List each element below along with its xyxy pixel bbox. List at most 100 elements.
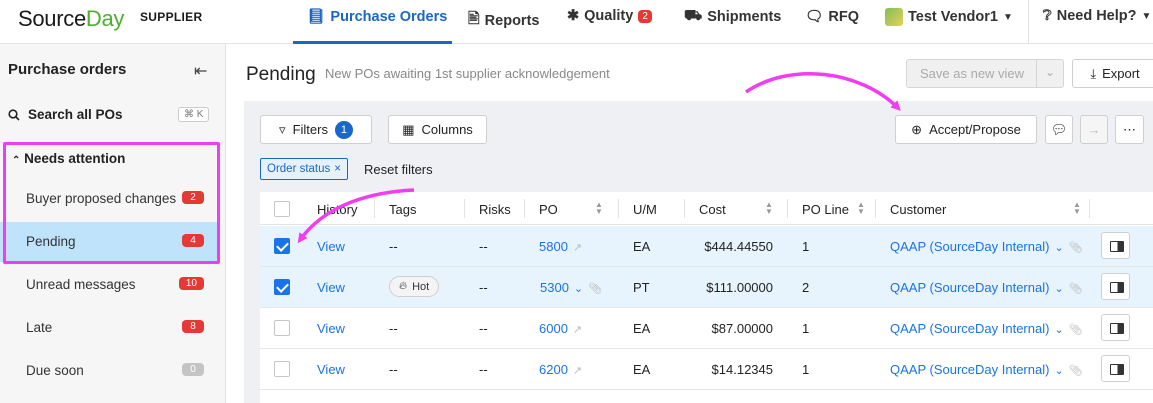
search-label: Search all POs bbox=[28, 107, 123, 122]
column-divider bbox=[524, 199, 525, 218]
columns-button[interactable]: ▦ Columns bbox=[388, 115, 487, 144]
history-view-link[interactable]: View bbox=[317, 321, 345, 336]
po-link[interactable]: 6000 bbox=[539, 321, 568, 336]
open-side-panel-button[interactable] bbox=[1101, 232, 1130, 259]
customer-link[interactable]: QAAP (SourceDay Internal) bbox=[890, 321, 1049, 336]
nav-purchase-orders[interactable]: 📘︎ Purchase Orders bbox=[307, 8, 447, 26]
order-status-filter-chip[interactable]: Order status × bbox=[260, 158, 348, 180]
chevron-down-icon[interactable]: ⌄ bbox=[1054, 242, 1063, 254]
external-link-icon[interactable]: ↗ bbox=[573, 324, 582, 336]
row-checkbox[interactable] bbox=[274, 279, 290, 295]
customer-link[interactable]: QAAP (SourceDay Internal) bbox=[890, 239, 1049, 254]
sidebar-item-unread-messages[interactable]: Unread messages 10 bbox=[0, 265, 218, 305]
customer-link[interactable]: QAAP (SourceDay Internal) bbox=[890, 280, 1049, 295]
divider bbox=[1036, 60, 1037, 87]
table-row[interactable]: View -- -- 6000 ↗ EA $87.00000 1 QAAP (So… bbox=[260, 308, 1153, 349]
chip-label: Order status bbox=[267, 163, 331, 175]
accept-propose-button[interactable]: ⊕ Accept/Propose bbox=[895, 115, 1037, 144]
column-header-po[interactable]: PO bbox=[539, 202, 558, 217]
chat-icon: 🗨︎ bbox=[805, 9, 824, 25]
um-cell: PT bbox=[633, 280, 650, 295]
open-side-panel-button[interactable] bbox=[1101, 314, 1130, 341]
history-view-link[interactable]: View bbox=[317, 280, 345, 295]
table-header: History Tags Risks PO ▲ ▼ U/M Cost ▲ ▼ PO … bbox=[260, 192, 1153, 225]
annotation-highlight-box bbox=[3, 142, 220, 264]
reset-filters-link[interactable]: Reset filters bbox=[364, 162, 433, 177]
po-line-cell: 1 bbox=[802, 239, 810, 254]
sort-icon[interactable]: ▲ ▼ bbox=[1073, 201, 1081, 216]
message-button[interactable]: 💬︎ bbox=[1045, 115, 1073, 144]
close-icon[interactable]: × bbox=[334, 163, 341, 175]
columns-label: Columns bbox=[421, 122, 473, 137]
risks-cell: -- bbox=[479, 362, 488, 377]
po-link[interactable]: 5800 bbox=[539, 239, 568, 254]
filters-button[interactable]: ▿ Filters 1 bbox=[260, 115, 372, 144]
chevron-down-icon[interactable]: ⌄ bbox=[574, 283, 583, 295]
chevron-down-icon[interactable]: ⌄ bbox=[1054, 283, 1063, 295]
row-checkbox[interactable] bbox=[274, 361, 290, 377]
nav-rfq[interactable]: 🗨︎ RFQ bbox=[805, 8, 860, 26]
po-line-cell: 2 bbox=[802, 280, 810, 295]
attachment-icon: 📎︎ bbox=[1068, 283, 1083, 295]
open-side-panel-button[interactable] bbox=[1101, 273, 1130, 300]
accept-propose-label: Accept/Propose bbox=[929, 122, 1021, 137]
save-view-label: Save as new view bbox=[920, 66, 1025, 81]
table-row[interactable]: View 🔥︎ Hot -- 5300 ⌄ 📎︎ PT $111.00000 2 Q… bbox=[260, 267, 1153, 308]
po-link[interactable]: 5300 bbox=[540, 280, 569, 295]
sort-icon[interactable]: ▲ ▼ bbox=[765, 201, 773, 216]
export-button[interactable]: ⤓ Export bbox=[1072, 59, 1153, 88]
select-all-checkbox[interactable] bbox=[274, 201, 290, 217]
nav-quality[interactable]: ✱ Quality 2 bbox=[567, 8, 652, 24]
nav-shipments[interactable]: ⛟ Shipments bbox=[684, 8, 781, 26]
chevron-down-icon: ▼ bbox=[1141, 10, 1152, 22]
hot-tag[interactable]: 🔥︎ Hot bbox=[389, 276, 440, 297]
column-header-history[interactable]: History bbox=[317, 202, 357, 217]
column-divider bbox=[787, 199, 788, 218]
sidebar-item-due-soon[interactable]: Due soon 0 bbox=[0, 351, 218, 391]
column-header-cost[interactable]: Cost bbox=[699, 202, 726, 217]
nav-label: RFQ bbox=[828, 8, 860, 25]
quality-badge: 2 bbox=[638, 9, 652, 23]
more-actions-button[interactable]: ⋯ bbox=[1115, 115, 1144, 144]
history-view-link[interactable]: View bbox=[317, 239, 345, 254]
chevron-down-icon[interactable]: ⌄ bbox=[1045, 65, 1055, 79]
cost-cell: $14.12345 bbox=[711, 362, 773, 377]
sort-icon[interactable]: ▲ ▼ bbox=[857, 201, 865, 216]
sort-icon[interactable]: ▲ ▼ bbox=[595, 201, 603, 216]
po-link[interactable]: 6200 bbox=[539, 362, 568, 377]
column-header-tags[interactable]: Tags bbox=[389, 202, 416, 217]
forward-button[interactable]: → bbox=[1080, 115, 1108, 144]
sidebar-item-label: Due soon bbox=[26, 363, 84, 378]
collapse-sidebar-icon[interactable]: ⇤ bbox=[194, 61, 207, 81]
chevron-down-icon[interactable]: ⌄ bbox=[1054, 365, 1063, 377]
vendor-menu[interactable]: Test Vendor1 ▼ bbox=[885, 8, 1013, 26]
customer-link[interactable]: QAAP (SourceDay Internal) bbox=[890, 362, 1049, 377]
external-link-icon[interactable]: ↗ bbox=[573, 365, 582, 377]
book-icon: 📘︎ bbox=[307, 9, 326, 25]
save-as-new-view-button[interactable]: Save as new view ⌄ bbox=[906, 59, 1064, 88]
table-panel: ▿ Filters 1 ▦ Columns ⊕ Accept/Propose 💬… bbox=[244, 101, 1153, 403]
column-header-um[interactable]: U/M bbox=[633, 202, 657, 217]
table-row[interactable]: View -- -- 5800 ↗ EA $444.44550 1 QAAP (S… bbox=[260, 226, 1153, 267]
history-view-link[interactable]: View bbox=[317, 362, 345, 377]
download-icon: ⤓ bbox=[1090, 65, 1097, 81]
main-content: Pending New POs awaiting 1st supplier ac… bbox=[227, 44, 1153, 403]
column-header-po-line[interactable]: PO Line bbox=[802, 202, 849, 217]
sidebar-item-late[interactable]: Late 8 bbox=[0, 308, 218, 348]
nav-label: Shipments bbox=[707, 9, 782, 25]
sourceday-logo[interactable]: SourceDay bbox=[18, 6, 124, 32]
row-checkbox[interactable] bbox=[274, 238, 290, 254]
search-all-pos[interactable]: Search all POs bbox=[8, 107, 123, 122]
nav-reports[interactable]: 🖹 Reports bbox=[468, 8, 539, 33]
open-side-panel-button[interactable] bbox=[1101, 355, 1130, 382]
search-icon bbox=[8, 108, 20, 121]
chat-bubble-icon: 💬︎ bbox=[1050, 121, 1068, 137]
row-checkbox[interactable] bbox=[274, 320, 290, 336]
column-header-customer[interactable]: Customer bbox=[890, 202, 946, 217]
column-header-risks[interactable]: Risks bbox=[479, 202, 511, 217]
external-link-icon[interactable]: ↗ bbox=[573, 242, 582, 254]
chevron-down-icon[interactable]: ⌄ bbox=[1054, 324, 1063, 336]
table-row[interactable]: View -- -- 6200 ↗ EA $14.12345 1 QAAP (So… bbox=[260, 349, 1153, 390]
nav-help[interactable]: ❔︎ Need Help? ▼ bbox=[1043, 8, 1151, 24]
bug-icon: ✱ bbox=[567, 8, 580, 24]
